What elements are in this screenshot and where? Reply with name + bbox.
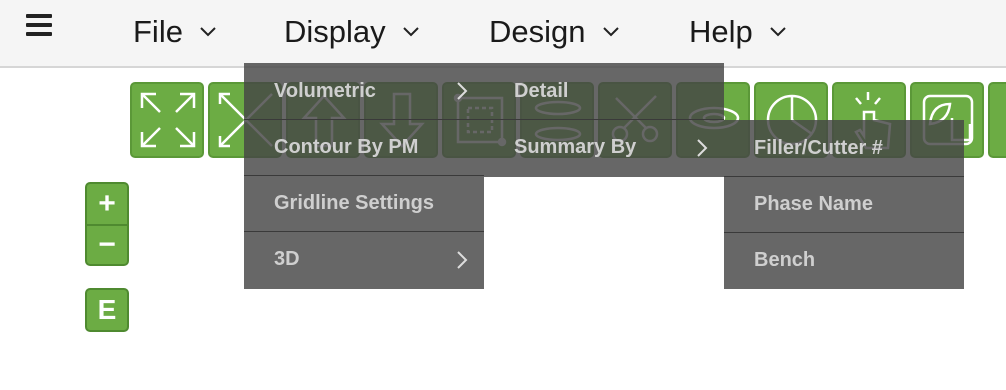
menu-item-label: Summary By xyxy=(514,136,637,158)
menu-item-label: Detail xyxy=(514,79,569,102)
volumetric-submenu: Detail Summary By xyxy=(484,63,724,177)
hamburger-menu-icon[interactable] xyxy=(26,14,52,36)
menu-item-bench[interactable]: Bench xyxy=(724,232,964,288)
menu-item-filler-cutter[interactable]: Filler/Cutter # xyxy=(724,120,964,176)
menu-design-label: Design xyxy=(489,14,586,49)
menu-file-label: File xyxy=(133,14,183,49)
chevron-down-icon xyxy=(602,27,619,37)
menu-help-label: Help xyxy=(689,14,753,49)
menu-help[interactable]: Help xyxy=(689,12,787,52)
chevron-down-icon xyxy=(200,27,216,37)
menu-item-gridline-settings[interactable]: Gridline Settings xyxy=(244,175,484,231)
chevron-right-icon xyxy=(457,82,468,100)
menu-file[interactable]: File xyxy=(133,12,217,52)
chevron-down-icon xyxy=(402,27,419,37)
display-menu: Volumetric Contour By PM Gridline Settin… xyxy=(244,63,484,289)
menu-design[interactable]: Design xyxy=(489,12,620,52)
menu-item-label: Volumetric xyxy=(274,79,376,102)
zoom-out-button[interactable]: − xyxy=(85,224,129,266)
menu-item-summary-by[interactable]: Summary By xyxy=(484,119,724,175)
chevron-right-icon xyxy=(457,251,468,269)
menu-item-label: Phase Name xyxy=(754,193,873,215)
menu-item-label: 3D xyxy=(274,248,300,270)
menu-item-3d[interactable]: 3D xyxy=(244,231,484,287)
menu-bar: File Display Design Help xyxy=(0,0,1006,68)
expand-button[interactable] xyxy=(130,82,204,158)
menu-item-phase-name[interactable]: Phase Name xyxy=(724,176,964,232)
menu-item-detail[interactable]: Detail xyxy=(484,63,724,119)
chevron-right-icon xyxy=(697,139,708,157)
more-tools-button[interactable] xyxy=(988,82,1006,158)
menu-item-label: Contour By PM xyxy=(274,136,419,158)
e-button[interactable]: E xyxy=(85,288,129,332)
menu-display-label: Display xyxy=(284,14,386,49)
menu-item-label: Bench xyxy=(754,249,816,271)
menu-display[interactable]: Display xyxy=(284,12,420,52)
menu-item-volumetric[interactable]: Volumetric xyxy=(244,63,484,119)
menu-item-label: Filler/Cutter # xyxy=(754,136,883,159)
menu-item-label: Gridline Settings xyxy=(274,192,435,214)
expand-icon xyxy=(140,92,196,148)
chevron-down-icon xyxy=(770,27,786,37)
menu-item-contour-by-pm[interactable]: Contour By PM xyxy=(244,119,484,175)
zoom-in-button[interactable]: + xyxy=(85,182,129,226)
summary-by-submenu: Filler/Cutter # Phase Name Bench xyxy=(724,120,964,289)
